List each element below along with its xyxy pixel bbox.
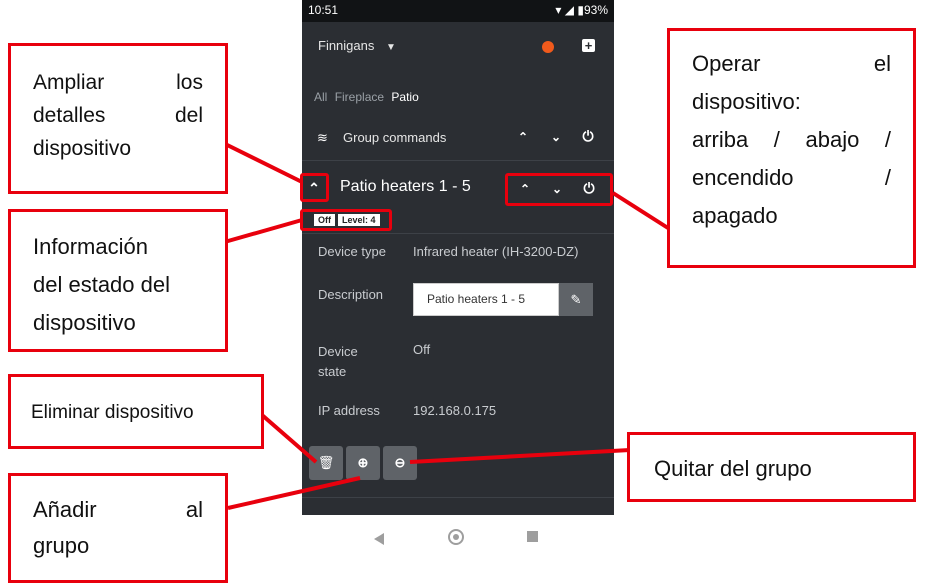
callout-line: dispositivo: [692,89,801,114]
callout-line: Información [33,234,148,259]
callout-delete-device: Eliminar dispositivo [8,374,264,449]
callout-expand-details: Ampliar los detalles del dispositivo [8,43,228,194]
callout-line: Eliminar dispositivo [31,402,194,423]
callout-line: encendido / [692,165,891,190]
callout-status-info: Información del estado del dispositivo [8,209,228,352]
callout-line: Operar el [692,51,891,76]
callout-line: apagado [692,203,778,228]
callout-line: dispositivo [33,137,132,160]
callout-line: grupo [33,533,90,558]
callout-line: dispositivo [33,310,136,335]
callout-line: Quitar del grupo [654,456,812,481]
callout-line: Ampliar los [33,71,203,94]
callout-line: Añadir al [33,497,203,522]
callout-line: arriba / abajo / [692,127,891,152]
callout-operate-device: Operar el dispositivo: arriba / abajo / … [667,28,916,268]
callout-line: del estado del [33,272,170,297]
callout-add-to-group: Añadir al grupo [8,473,228,583]
callout-remove-from-group: Quitar del grupo [627,432,916,502]
callout-line: detalles del [33,104,203,127]
